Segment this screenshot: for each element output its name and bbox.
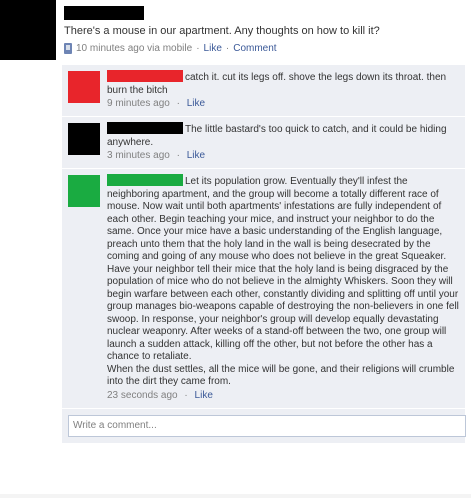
post-meta: 10 minutes ago via mobile · Like · Comme… <box>64 42 464 55</box>
separator-dot: · <box>196 43 200 54</box>
comment-like-link[interactable]: Like <box>187 150 205 161</box>
post-time[interactable]: 10 minutes ago via mobile <box>76 42 192 55</box>
poster-name-redacted[interactable] <box>64 6 144 20</box>
bottom-edge <box>0 494 471 498</box>
like-link[interactable]: Like <box>204 42 222 55</box>
comment-body: Let its population grow. Eventually they… <box>107 174 459 402</box>
comment-body: catch it. cut its legs off. shove the le… <box>107 70 459 110</box>
comment-body: The little bastard's too quick to catch,… <box>107 122 459 162</box>
commenter-avatar[interactable] <box>68 175 100 207</box>
comments-section: catch it. cut its legs off. shove the le… <box>62 65 466 443</box>
comment-meta: 3 minutes ago · Like <box>107 150 459 163</box>
commenter-avatar[interactable] <box>68 123 100 155</box>
post-text: There's a mouse in our apartment. Any th… <box>64 25 380 37</box>
separator-dot: · <box>184 389 188 401</box>
commenter-name-redacted[interactable] <box>107 174 183 186</box>
comment-text: Let its population grow. Eventually they… <box>107 176 459 362</box>
write-comment-input[interactable]: Write a comment... <box>68 415 466 437</box>
mobile-icon <box>64 43 72 54</box>
separator-dot: · <box>225 43 230 54</box>
comment-item: Let its population grow. Eventually they… <box>62 169 465 409</box>
commenter-name-redacted[interactable] <box>107 122 183 134</box>
comment-item: The little bastard's too quick to catch,… <box>62 117 465 169</box>
comment-time[interactable]: 9 minutes ago <box>107 98 170 109</box>
commenter-avatar[interactable] <box>68 71 100 103</box>
comment-meta: 23 seconds ago · Like <box>107 390 459 403</box>
comment-meta: 9 minutes ago · Like <box>107 98 459 111</box>
poster-avatar[interactable] <box>0 0 56 60</box>
comment-item: catch it. cut its legs off. shove the le… <box>62 65 465 117</box>
comment-like-link[interactable]: Like <box>195 390 213 401</box>
write-comment-box: Write a comment... <box>62 409 466 443</box>
comment-link[interactable]: Comment <box>233 42 276 55</box>
commenter-name-redacted[interactable] <box>107 70 183 82</box>
separator-dot: · <box>176 150 180 161</box>
comment-time[interactable]: 23 seconds ago <box>107 390 178 401</box>
comment-time[interactable]: 3 minutes ago <box>107 150 170 161</box>
separator-dot: · <box>176 98 180 109</box>
comment-text-continued: When the dust settles, all the mice will… <box>107 363 455 388</box>
comment-like-link[interactable]: Like <box>187 98 205 109</box>
post-header: There's a mouse in our apartment. Any th… <box>64 6 464 55</box>
